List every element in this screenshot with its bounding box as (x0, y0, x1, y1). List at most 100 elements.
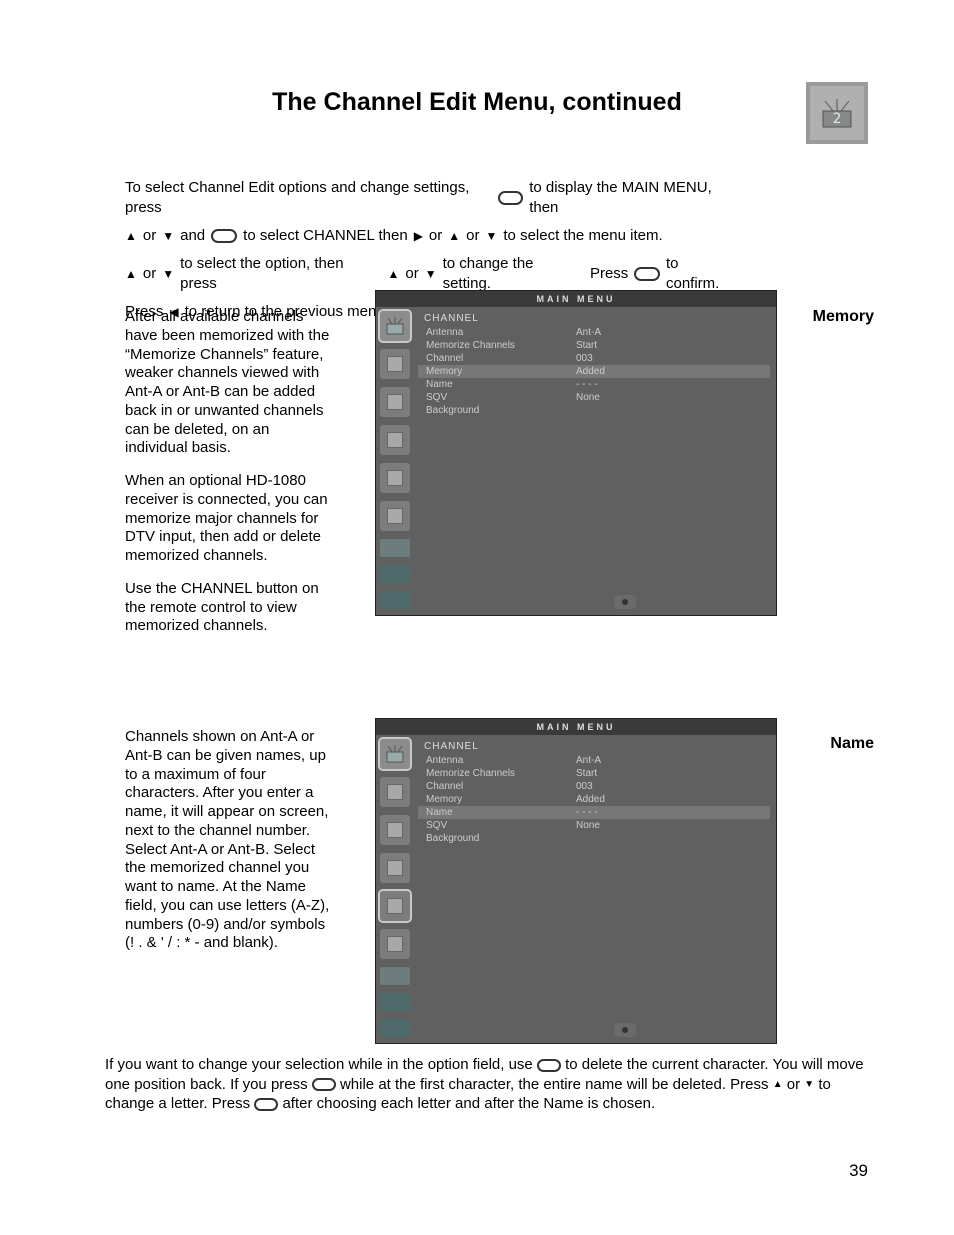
reminder-text: To select Channel Edit options and chang… (125, 178, 492, 218)
tab-icon (380, 425, 410, 455)
up-triangle-icon: ▲ (125, 230, 137, 242)
name-description: Channels shown on Ant-A or Ant-B can be … (125, 728, 335, 967)
menu-button-icon (498, 191, 523, 205)
antenna-2-icon: 2 (819, 95, 855, 131)
row-label: Channel (418, 353, 576, 364)
enter-button-icon (211, 229, 237, 243)
row-value: 003 (576, 353, 770, 364)
antenna-tab-icon (380, 311, 410, 341)
globe-tab-icon (380, 967, 410, 985)
antenna-tab-icon (380, 739, 410, 769)
row-label: Channel (418, 781, 576, 792)
row-label: SQV (418, 820, 576, 831)
up-triangle-icon: ▲ (773, 1080, 783, 1090)
bottom-paragraph: If you want to change your selection whi… (105, 1055, 868, 1114)
row-label: SQV (418, 392, 576, 403)
reminder-text: to display the MAIN MENU, then (529, 178, 735, 218)
bottom-text: If you want to change your selection whi… (105, 1056, 533, 1073)
memory-screenshot: MAIN MENU 2 CHANNEL AntennaAnt-A Memoriz… (375, 290, 777, 616)
row-label: Antenna (418, 755, 576, 766)
up-triangle-icon: ▲ (448, 230, 460, 242)
panel-heading: CHANNEL (418, 311, 770, 326)
reminder-text: or (466, 226, 479, 246)
row-label: Background (418, 405, 576, 416)
svg-text:2: 2 (833, 111, 841, 127)
tab-icon (380, 777, 410, 807)
down-triangle-icon: ▼ (425, 268, 437, 280)
row-value: Ant-A (576, 327, 770, 338)
reminder-text: to confirm. (666, 254, 735, 294)
row-value: Start (576, 768, 770, 779)
memory-p2: When an optional HD-1080 receiver is con… (125, 472, 335, 566)
memory-p1: After all available channels have been m… (125, 308, 335, 458)
down-triangle-icon: ▼ (486, 230, 498, 242)
row-value: None (576, 820, 770, 831)
row-label: Name (418, 379, 576, 390)
row-label: Background (418, 833, 576, 844)
row-value: 003 (576, 781, 770, 792)
name-p1: Channels shown on Ant-A or Ant-B can be … (125, 728, 335, 953)
section-label-memory: Memory (813, 308, 874, 326)
row-label: Antenna (418, 327, 576, 338)
tab-icon (380, 387, 410, 417)
memory-description: After all available channels have been m… (125, 308, 335, 650)
row-value: Ant-A (576, 755, 770, 766)
row-value: None (576, 392, 770, 403)
row-label: Memory (418, 794, 576, 805)
row-label: Name (418, 807, 576, 818)
indicator-icon (614, 595, 636, 609)
indicator-icon (614, 1023, 636, 1037)
section-label-name: Name (830, 735, 874, 753)
down-triangle-icon: ▼ (162, 230, 174, 242)
tab-icon (380, 565, 410, 583)
down-triangle-icon: ▼ (804, 1080, 814, 1090)
up-triangle-icon: ▲ (387, 268, 399, 280)
tab-icon (380, 349, 410, 379)
tab-icon (380, 993, 410, 1011)
channel-panel: CHANNEL AntennaAnt-A Memorize ChannelsSt… (418, 311, 770, 609)
reminder-text: to select the menu item. (503, 226, 662, 246)
reminder-text: to select the option, then press (180, 254, 381, 294)
name-screenshot: MAIN MENU 2 CHANNEL AntennaAnt-A Memoriz… (375, 718, 777, 1044)
corner-badge: 2 (806, 82, 868, 144)
down-triangle-icon: ▼ (162, 268, 174, 280)
bottom-text: after choosing each letter and after the… (282, 1095, 655, 1112)
tab-icon (380, 463, 410, 493)
reminder-text: or (143, 264, 156, 284)
page-number: 39 (849, 1161, 868, 1181)
icon-column (380, 311, 410, 609)
tab-icon (380, 591, 410, 609)
reminder-text: or (429, 226, 442, 246)
row-value: - - - - (576, 807, 770, 818)
menu-bar: MAIN MENU (376, 719, 776, 735)
bottom-text: or (787, 1076, 800, 1093)
row-label: Memorize Channels (418, 340, 576, 351)
tab-icon (380, 815, 410, 845)
bottom-text: while at the first character, the entire… (340, 1076, 769, 1093)
row-label: Memorize Channels (418, 768, 576, 779)
reminder-text: to select CHANNEL then (243, 226, 408, 246)
tab-icon (380, 929, 410, 959)
channel-panel: CHANNEL AntennaAnt-A Memorize ChannelsSt… (418, 739, 770, 1037)
row-value: Start (576, 340, 770, 351)
reminder-text: or (143, 226, 156, 246)
menu-bar: MAIN MENU (376, 291, 776, 307)
up-triangle-icon: ▲ (125, 268, 137, 280)
row-value: Added (576, 794, 770, 805)
row-value (576, 833, 770, 844)
tab-icon (380, 501, 410, 531)
row-value (576, 405, 770, 416)
cancel-button-icon (312, 1078, 336, 1091)
tab-icon (380, 1019, 410, 1037)
panel-heading: CHANNEL (418, 739, 770, 754)
cancel-button-icon (537, 1059, 561, 1072)
reminder-text: or (405, 264, 418, 284)
row-label: Memory (418, 366, 576, 377)
tab-icon (380, 891, 410, 921)
enter-button-icon (254, 1098, 278, 1111)
globe-tab-icon (380, 539, 410, 557)
right-triangle-icon: ▶ (414, 230, 423, 242)
tab-icon (380, 853, 410, 883)
icon-column (380, 739, 410, 1037)
reminder-text: Press (590, 264, 628, 284)
